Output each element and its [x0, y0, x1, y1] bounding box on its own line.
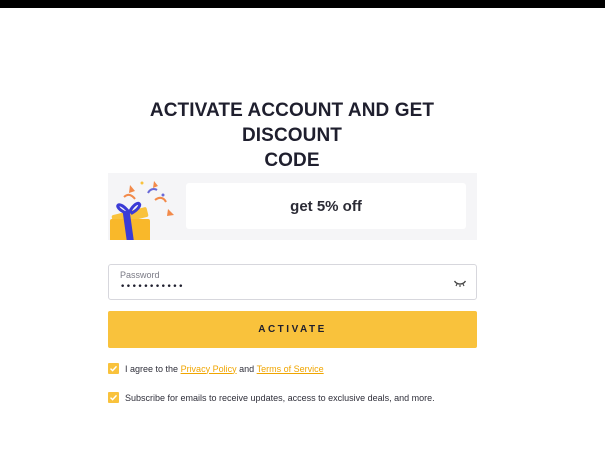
discount-text: get 5% off — [186, 183, 466, 229]
page-title-line-1: ACTIVATE ACCOUNT AND GET DISCOUNT — [149, 100, 435, 146]
checkmark-icon — [110, 365, 118, 372]
eye-closed-icon[interactable] — [453, 276, 467, 288]
terms-checkbox[interactable] — [108, 363, 119, 374]
page-title: ACTIVATE ACCOUNT AND GET DISCOUNT CODE — [100, 98, 484, 173]
subscribe-checkbox[interactable] — [108, 392, 119, 403]
terms-of-service-link[interactable]: Terms of Service — [257, 364, 324, 374]
terms-consent-row: I agree to the Privacy Policy and Terms … — [108, 362, 324, 375]
password-label: Password — [120, 270, 160, 280]
subscribe-text: Subscribe for emails to receive updates,… — [125, 392, 435, 403]
gift-icon — [108, 173, 184, 240]
password-field[interactable]: Password ••••••••••• — [108, 264, 477, 300]
password-input[interactable]: ••••••••••• — [120, 282, 184, 292]
terms-and-text: and — [239, 363, 255, 374]
page-title-line-2: CODE — [264, 150, 320, 171]
discount-banner: get 5% off — [108, 173, 477, 240]
top-bar — [0, 0, 605, 8]
checkmark-icon — [110, 394, 118, 401]
terms-prefix-text: I agree to the — [125, 363, 179, 374]
subscribe-consent-row: Subscribe for emails to receive updates,… — [108, 391, 435, 404]
activate-button[interactable]: ACTIVATE — [108, 311, 477, 348]
privacy-policy-link[interactable]: Privacy Policy — [181, 364, 237, 374]
